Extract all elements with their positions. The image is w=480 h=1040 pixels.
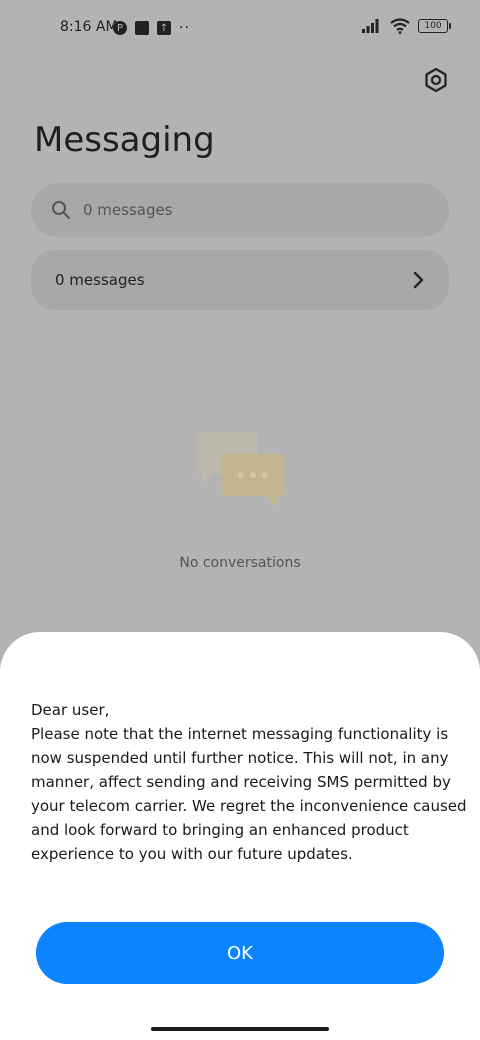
dialog-message: Dear user, Please note that the internet… [31,698,471,866]
messages-row-label: 0 messages [55,271,145,289]
notice-dialog: Dear user, Please note that the internet… [0,632,480,1040]
wifi-icon [390,18,410,34]
chat-bubbles-icon [196,432,284,508]
settings-button[interactable] [422,66,450,94]
square-icon [135,21,149,35]
status-system-icons: 100 [362,18,451,34]
search-bar[interactable] [31,183,449,237]
battery-level: 100 [424,21,442,31]
status-time: 8:16 AM [60,19,118,35]
home-indicator[interactable] [151,1027,329,1031]
status-bar: 8:16 AM P ↑ ·· 100 [0,0,480,56]
status-notification-icons: P ↑ ·· [113,20,190,36]
empty-state-text: No conversations [179,555,301,571]
gear-icon [425,67,447,93]
chevron-right-icon [413,271,424,289]
dialog-greeting: Dear user, [31,701,110,719]
signal-icon [362,19,379,33]
search-icon [52,201,70,219]
ok-button[interactable]: OK [36,922,444,984]
p-circle-icon: P [113,21,127,35]
battery-icon: 100 [418,19,451,33]
upload-icon: ↑ [157,21,171,35]
search-input[interactable] [83,201,403,219]
more-dots-icon: ·· [179,20,190,36]
page-title: Messaging [34,120,215,160]
dialog-body: Please note that the internet messaging … [31,725,467,863]
messages-row[interactable]: 0 messages [31,250,449,310]
